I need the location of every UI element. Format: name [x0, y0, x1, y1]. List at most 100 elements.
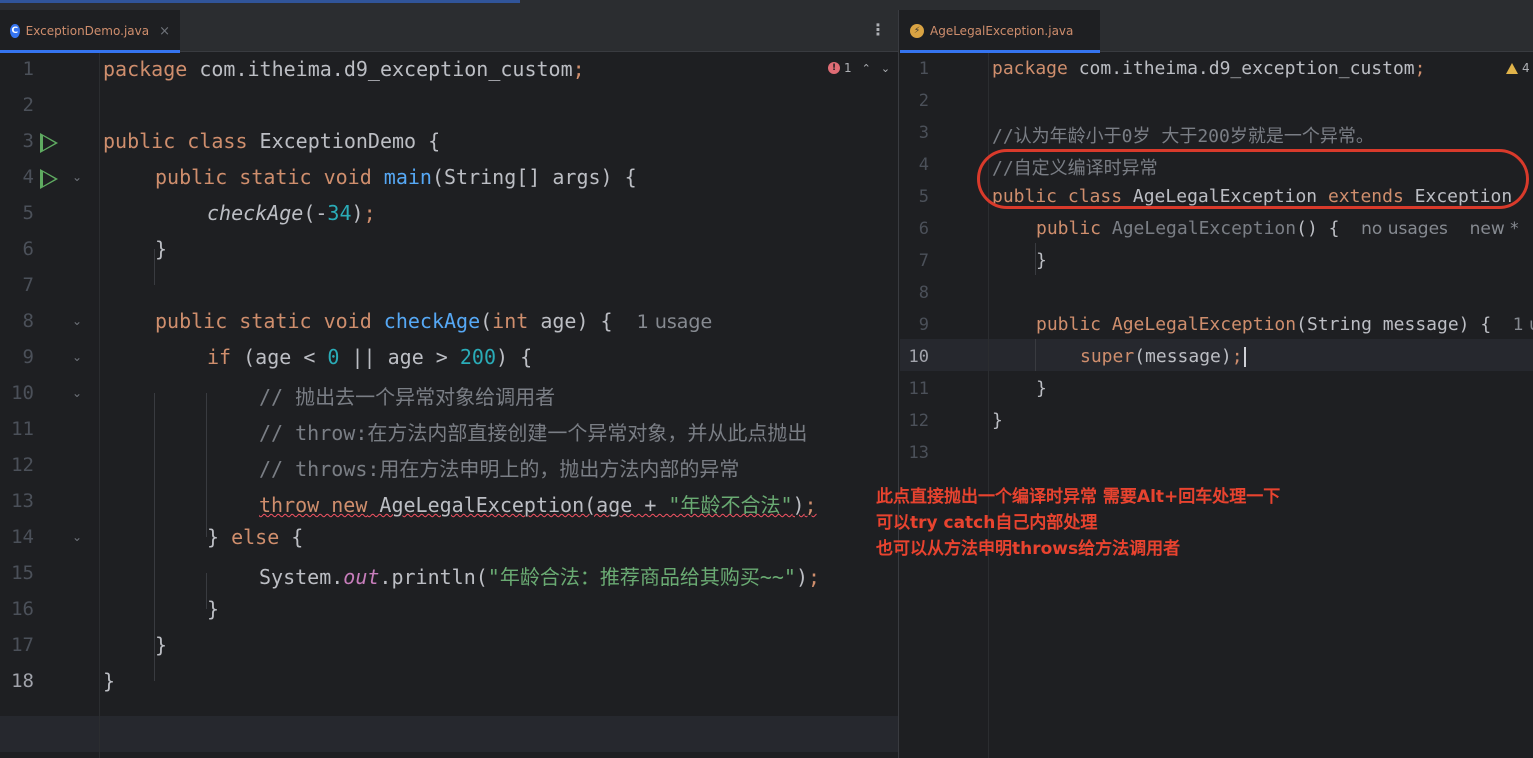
code-line-9: 9 public AgeLegalException(String messag…	[900, 309, 1533, 345]
code-editor-right[interactable]: 4 1 package com.itheima.d9_exception_cus…	[900, 53, 1533, 758]
line-number: 5	[918, 187, 929, 207]
line-number: 8	[918, 283, 929, 303]
line-number: 6	[22, 238, 34, 260]
code-text: }	[155, 633, 168, 657]
fold-icon[interactable]: ⌄	[72, 170, 82, 184]
code-line-7: 7	[0, 269, 898, 305]
code-comment: // throws:用在方法申明上的，抛出方法内部的异常	[259, 457, 740, 481]
annotation-line-3: 也可以从方法申明throws给方法调用者	[876, 539, 1181, 559]
line-number: 11	[11, 418, 34, 440]
code-line-5: 5 checkAge(-34);	[0, 197, 898, 233]
code-text-error[interactable]: throw new AgeLegalException(age + "年龄不合法…	[259, 489, 817, 518]
line-number: 1	[22, 58, 34, 80]
line-number: 10	[11, 382, 34, 404]
code-line-1: 1 package com.itheima.d9_exception_custo…	[0, 53, 898, 89]
code-line-16: 16 }	[0, 593, 898, 629]
tab-age-legal-exception[interactable]: ⚡ AgeLegalException.java	[900, 10, 1100, 53]
code-line-2: 2	[900, 85, 1533, 121]
code-text: package com.itheima.d9_exception_custom;	[103, 57, 585, 81]
code-line-9: 9 ⌄ if (age < 0 || age > 200) {	[0, 341, 898, 377]
line-number: 3	[22, 130, 34, 152]
code-text: public class ExceptionDemo {	[103, 129, 441, 153]
line-number: 4	[918, 155, 929, 175]
current-line-highlight	[0, 716, 898, 752]
text-caret	[1243, 347, 1246, 367]
code-line-8: 8 ⌄ public static void checkAge(int age)…	[0, 305, 898, 341]
line-number: 3	[918, 123, 929, 143]
tab-bar-left: C ExceptionDemo.java × ⋮	[0, 10, 898, 53]
code-text: package com.itheima.d9_exception_custom;	[992, 58, 1426, 79]
code-comment: // throw:在方法内部直接创建一个异常对象，并从此点抛出	[259, 421, 808, 445]
editor-pane-right: ⚡ AgeLegalException.java 4 1 package com…	[900, 10, 1533, 758]
code-comment: //认为年龄小于0岁 大于200岁就是一个异常。	[992, 126, 1374, 147]
author-hint[interactable]: new *	[1470, 219, 1519, 239]
line-number: 5	[22, 202, 34, 224]
line-number: 4	[22, 166, 34, 188]
line-number: 7	[918, 251, 929, 271]
line-number: 14	[11, 526, 34, 548]
usage-hint[interactable]: no usages	[1361, 219, 1448, 239]
line-number: 9	[22, 346, 34, 368]
line-number: 6	[918, 219, 929, 239]
code-line-12: 12 // throws:用在方法申明上的，抛出方法内部的异常	[0, 449, 898, 485]
tab-label: ExceptionDemo.java	[25, 24, 150, 38]
code-text: } else {	[207, 525, 304, 549]
code-line-11: 11 // throw:在方法内部直接创建一个异常对象，并从此点抛出	[0, 413, 898, 449]
code-text: public AgeLegalException() { no usages n…	[1036, 218, 1519, 239]
tab-exception-demo[interactable]: C ExceptionDemo.java ×	[0, 10, 180, 53]
more-icon[interactable]: ⋮	[870, 20, 886, 39]
code-line-12: 12 }	[900, 405, 1533, 441]
fold-icon[interactable]: ⌄	[72, 530, 82, 544]
line-number-current: 18	[11, 670, 34, 692]
code-line-15: 15 System.out.println("年龄合法：推荐商品给其购买~~")…	[0, 557, 898, 593]
line-number-current: 10	[908, 347, 929, 367]
code-line-3: 3 public class ExceptionDemo {	[0, 125, 898, 161]
line-number: 2	[22, 94, 34, 116]
line-number: 16	[11, 598, 34, 620]
title-accent	[0, 0, 520, 3]
line-number: 17	[11, 634, 34, 656]
code-line-13: 13 throw new AgeLegalException(age + "年龄…	[0, 485, 898, 521]
code-text: }	[1036, 250, 1047, 271]
code-line-7: 7 }	[900, 245, 1533, 281]
code-line-11: 11 }	[900, 373, 1533, 409]
code-text: }	[207, 597, 220, 621]
title-strip	[0, 0, 1533, 10]
code-text: }	[103, 669, 116, 693]
run-icon[interactable]	[40, 133, 58, 153]
tab-label: AgeLegalException.java	[930, 24, 1074, 38]
fold-icon[interactable]: ⌄	[72, 314, 82, 328]
code-comment: // 抛出去一个异常对象给调用者	[259, 385, 556, 409]
highlight-ellipse	[977, 149, 1529, 209]
exception-class-icon: ⚡	[910, 24, 924, 38]
line-number: 9	[918, 315, 929, 335]
code-text: if (age < 0 || age > 200) {	[207, 345, 533, 369]
line-number: 13	[908, 443, 929, 463]
line-number: 7	[22, 274, 34, 296]
code-text: }	[1036, 378, 1047, 399]
run-icon[interactable]	[40, 169, 58, 189]
code-editor-left[interactable]: ! 1 ⌃ ⌄ 1 package com.itheima.d9_excepti…	[0, 53, 898, 758]
line-number: 11	[908, 379, 929, 399]
fold-icon[interactable]: ⌄	[72, 386, 82, 400]
code-text: public static void main(String[] args) {	[155, 165, 637, 189]
code-text: super(message);	[1080, 346, 1246, 367]
code-text: public static void checkAge(int age) { 1…	[155, 309, 713, 333]
line-number: 13	[11, 490, 34, 512]
code-text: }	[155, 237, 168, 261]
code-line-6: 6 public AgeLegalException() { no usages…	[900, 213, 1533, 249]
code-line-10: 10 super(message);	[900, 341, 1533, 377]
code-line-17: 17 }	[0, 629, 898, 665]
code-text: public AgeLegalException(String message)…	[1036, 314, 1533, 335]
code-text: System.out.println("年龄合法：推荐商品给其购买~~");	[259, 565, 821, 589]
code-text: checkAge(-34);	[207, 201, 376, 225]
code-line-1: 1 package com.itheima.d9_exception_custo…	[900, 53, 1533, 89]
close-icon[interactable]: ×	[159, 24, 170, 39]
usage-hint[interactable]: 1 u	[1513, 315, 1533, 335]
usage-hint[interactable]: 1 usage	[637, 311, 712, 333]
fold-icon[interactable]: ⌄	[72, 350, 82, 364]
line-number: 15	[11, 562, 34, 584]
annotation-line-1: 此点直接抛出一个编译时异常 需要Alt+回车处理一下	[876, 487, 1281, 507]
line-number: 12	[908, 411, 929, 431]
editor-pane-left: C ExceptionDemo.java × ⋮ ! 1 ⌃ ⌄ 1 packa…	[0, 10, 899, 758]
